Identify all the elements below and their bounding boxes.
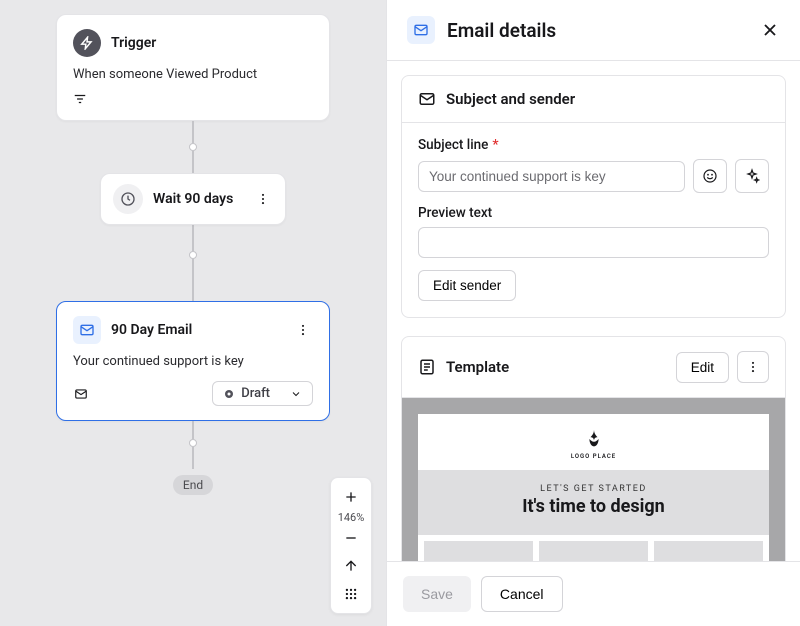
grid-button[interactable] (331, 580, 371, 608)
zoom-out-button[interactable] (331, 524, 371, 552)
card-title: Template (446, 358, 509, 376)
edit-sender-button[interactable]: Edit sender (418, 270, 516, 301)
preview-input[interactable] (418, 227, 769, 258)
mail-icon (407, 16, 435, 44)
zoom-controls: 146% (330, 477, 372, 614)
template-menu-button[interactable] (737, 351, 769, 383)
clock-icon (113, 184, 143, 214)
connector-dot (189, 251, 197, 259)
fit-button[interactable] (331, 552, 371, 580)
template-kicker: LET'S GET STARTED (418, 484, 769, 494)
draft-icon (223, 388, 235, 400)
preview-label: Preview text (418, 205, 492, 221)
template-headline: It's time to design (418, 496, 769, 517)
connector-dot (189, 143, 197, 151)
mail-outline-icon (73, 387, 89, 401)
panel-title: Email details (447, 19, 556, 42)
ai-sparkle-button[interactable] (735, 159, 769, 193)
save-button[interactable]: Save (403, 576, 471, 612)
wait-label: Wait 90 days (153, 191, 233, 207)
subject-input[interactable] (418, 161, 685, 192)
email-node-selected[interactable]: 90 Day Email Your continued support is k… (56, 301, 330, 421)
details-panel: Email details Subject and sender Subject… (386, 0, 800, 626)
connector-dot (189, 439, 197, 447)
trigger-node[interactable]: Trigger When someone Viewed Product (56, 14, 330, 121)
emoji-button[interactable] (693, 159, 727, 193)
template-card: Template Edit LOGO PLACE LET'S GET START… (401, 336, 786, 561)
zoom-in-button[interactable] (331, 483, 371, 511)
wait-node[interactable]: Wait 90 days (100, 173, 286, 225)
template-preview: LOGO PLACE LET'S GET STARTED It's time t… (402, 398, 785, 561)
email-node-title: 90 Day Email (111, 322, 192, 338)
wait-menu-button[interactable] (253, 189, 273, 209)
flow-canvas[interactable]: Trigger When someone Viewed Product Wait… (0, 0, 386, 626)
lightning-icon (73, 29, 101, 57)
logo-icon (581, 428, 607, 450)
end-node: End (173, 475, 213, 495)
subject-label: Subject line (418, 137, 488, 153)
card-title: Subject and sender (446, 90, 575, 108)
chevron-down-icon (290, 388, 302, 400)
mail-icon (73, 316, 101, 344)
required-indicator: * (492, 137, 498, 153)
zoom-percent: 146% (338, 511, 365, 524)
status-label: Draft (241, 386, 270, 401)
close-icon[interactable] (760, 20, 780, 40)
template-icon (418, 358, 436, 376)
trigger-subtitle: When someone Viewed Product (73, 67, 313, 82)
email-node-subtitle: Your continued support is key (73, 354, 313, 369)
email-node-menu-button[interactable] (293, 320, 313, 340)
cancel-button[interactable]: Cancel (481, 576, 563, 612)
mail-outline-icon (418, 90, 436, 108)
status-dropdown[interactable]: Draft (212, 381, 313, 406)
edit-template-button[interactable]: Edit (676, 352, 729, 383)
subject-sender-card: Subject and sender Subject line * (401, 75, 786, 318)
trigger-title: Trigger (111, 35, 156, 51)
logo-text: LOGO PLACE (571, 453, 616, 460)
filter-icon[interactable] (73, 92, 313, 106)
